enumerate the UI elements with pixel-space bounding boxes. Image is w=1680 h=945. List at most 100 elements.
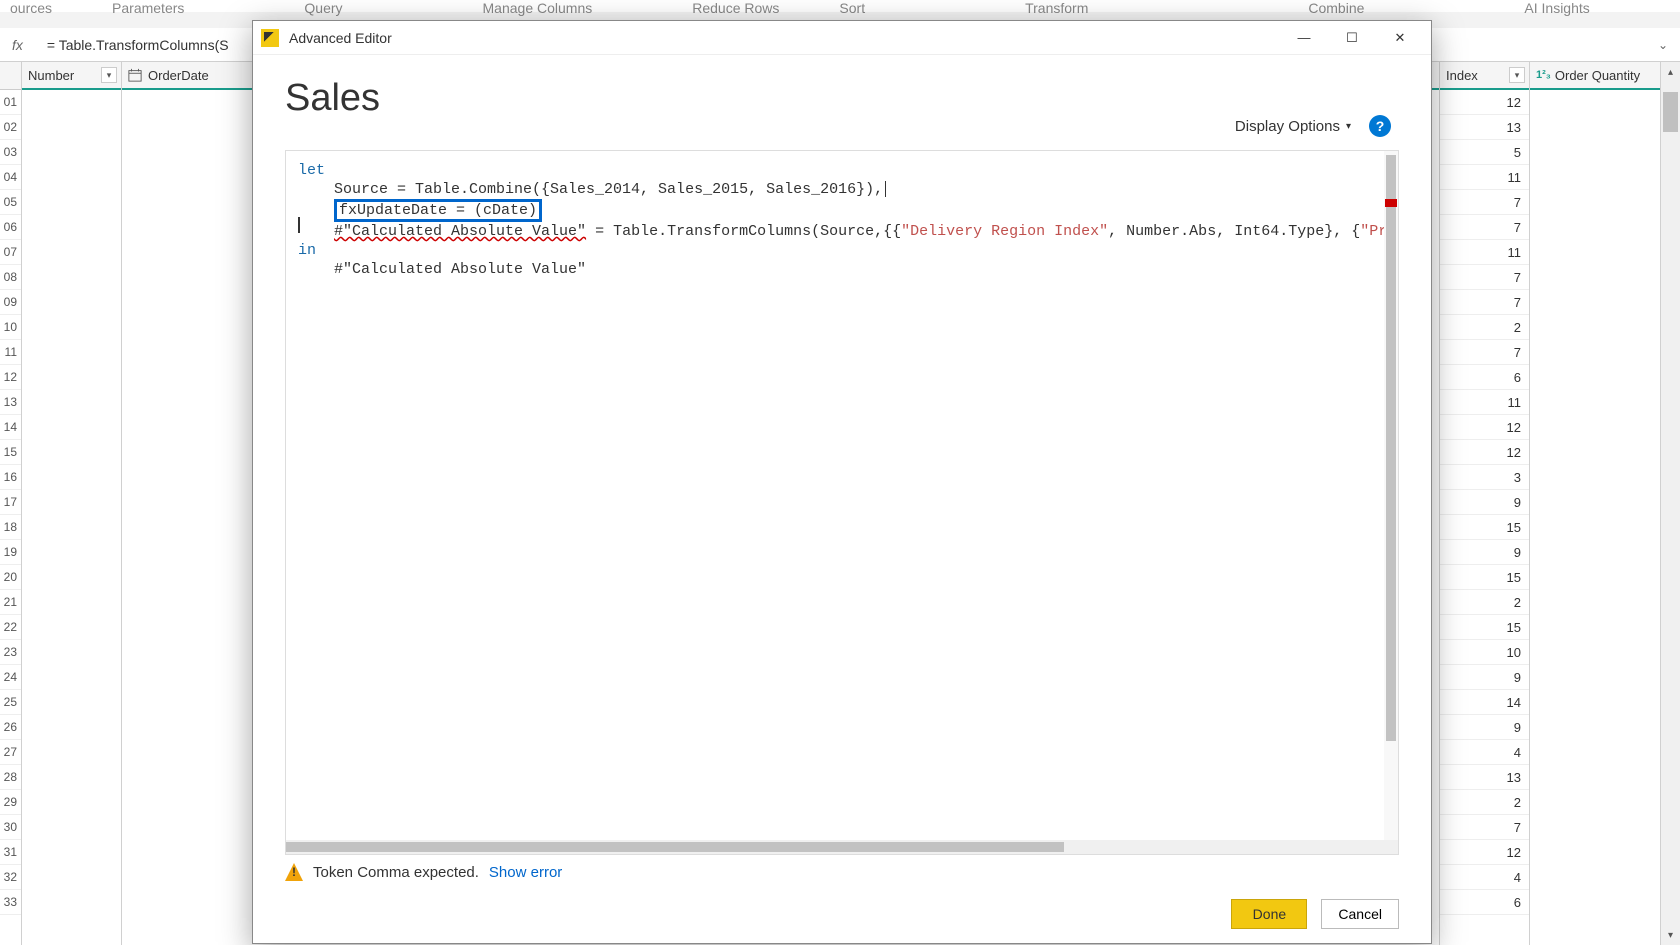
row-number[interactable]: 28 [0,765,21,790]
row-number[interactable]: 11 [0,340,21,365]
cell[interactable]: 6 [1440,890,1529,915]
row-number[interactable]: 16 [0,465,21,490]
row-number[interactable]: 03 [0,140,21,165]
row-number[interactable]: 29 [0,790,21,815]
column-header[interactable]: 1²₃ Order Quantity [1530,62,1660,90]
cell[interactable]: 12 [1440,415,1529,440]
maximize-button[interactable]: ☐ [1329,23,1375,53]
cell[interactable]: 12 [1440,440,1529,465]
grid-vertical-scrollbar[interactable]: ▴ ▾ [1660,62,1680,945]
cell[interactable]: 11 [1440,165,1529,190]
scroll-thumb[interactable] [1386,155,1396,741]
code-area[interactable]: let Source = Table.Combine({Sales_2014, … [286,151,1398,840]
cell[interactable]: 12 [1440,840,1529,865]
code-keyword: in [298,242,316,259]
cell[interactable]: 15 [1440,565,1529,590]
cell[interactable]: 9 [1440,540,1529,565]
cell[interactable]: 6 [1440,365,1529,390]
row-number[interactable]: 13 [0,390,21,415]
close-button[interactable]: ✕ [1377,23,1423,53]
fx-label: fx [12,37,23,53]
cell[interactable]: 12 [1440,90,1529,115]
minimize-button[interactable]: — [1281,23,1327,53]
cell[interactable]: 7 [1440,265,1529,290]
scroll-thumb[interactable] [1663,92,1678,132]
row-number[interactable]: 06 [0,215,21,240]
row-number[interactable]: 33 [0,890,21,915]
cell[interactable]: 7 [1440,190,1529,215]
cell[interactable]: 15 [1440,615,1529,640]
row-number[interactable]: 02 [0,115,21,140]
cell[interactable]: 7 [1440,290,1529,315]
column-header[interactable]: Number ▾ [22,62,121,90]
row-number[interactable]: 31 [0,840,21,865]
cell[interactable]: 7 [1440,215,1529,240]
error-marker[interactable] [1385,199,1397,207]
row-number[interactable]: 14 [0,415,21,440]
cell[interactable]: 9 [1440,715,1529,740]
cell[interactable]: 7 [1440,340,1529,365]
code-line: Source = Table.Combine({Sales_2014, Sale… [298,181,883,198]
cell[interactable]: 7 [1440,815,1529,840]
column-filter-icon[interactable]: ▾ [101,67,117,83]
row-number[interactable]: 21 [0,590,21,615]
column-header[interactable]: Index ▾ [1440,62,1529,90]
cell[interactable]: 2 [1440,590,1529,615]
scroll-up-icon[interactable]: ▴ [1661,62,1680,82]
ribbon-group: Combine [1308,0,1364,16]
cell[interactable]: 13 [1440,765,1529,790]
row-number[interactable]: 32 [0,865,21,890]
row-number[interactable]: 15 [0,440,21,465]
cell[interactable]: 10 [1440,640,1529,665]
row-number[interactable]: 22 [0,615,21,640]
row-number[interactable]: 20 [0,565,21,590]
row-number[interactable]: 17 [0,490,21,515]
row-number[interactable]: 04 [0,165,21,190]
column-filter-icon[interactable]: ▾ [1509,67,1525,83]
formula-text: = Table.TransformColumns(S [47,37,229,53]
row-number[interactable]: 10 [0,315,21,340]
cancel-button[interactable]: Cancel [1321,899,1399,929]
cell[interactable]: 13 [1440,115,1529,140]
cell[interactable]: 4 [1440,740,1529,765]
row-number[interactable]: 07 [0,240,21,265]
row-number[interactable]: 19 [0,540,21,565]
advanced-editor-dialog: Advanced Editor — ☐ ✕ Sales Display Opti… [252,20,1432,944]
cell[interactable]: 15 [1440,515,1529,540]
scroll-down-icon[interactable]: ▾ [1661,925,1680,945]
cell[interactable]: 9 [1440,665,1529,690]
cell[interactable]: 11 [1440,240,1529,265]
editor-horizontal-scrollbar[interactable] [286,840,1398,854]
row-number[interactable]: 25 [0,690,21,715]
code-line: #"Calculated Absolute Value" [298,261,586,278]
code-editor[interactable]: let Source = Table.Combine({Sales_2014, … [285,150,1399,855]
row-number[interactable]: 23 [0,640,21,665]
cell[interactable]: 4 [1440,865,1529,890]
row-number[interactable]: 18 [0,515,21,540]
row-number[interactable]: 05 [0,190,21,215]
done-button[interactable]: Done [1231,899,1307,929]
cell[interactable]: 14 [1440,690,1529,715]
display-options-dropdown[interactable]: Display Options ▾ [1235,118,1351,135]
dialog-titlebar[interactable]: Advanced Editor — ☐ ✕ [253,21,1431,55]
row-number[interactable]: 26 [0,715,21,740]
cell[interactable]: 11 [1440,390,1529,415]
row-number[interactable]: 30 [0,815,21,840]
formula-expand-icon[interactable]: ⌄ [1658,38,1668,52]
editor-vertical-scrollbar[interactable] [1384,151,1398,840]
cell[interactable]: 2 [1440,790,1529,815]
scroll-thumb[interactable] [286,842,1064,852]
row-number[interactable]: 01 [0,90,21,115]
row-number[interactable]: 24 [0,665,21,690]
row-number[interactable]: 27 [0,740,21,765]
row-number[interactable]: 12 [0,365,21,390]
help-icon[interactable]: ? [1369,115,1391,137]
cell[interactable]: 3 [1440,465,1529,490]
cell[interactable]: 9 [1440,490,1529,515]
row-number[interactable]: 09 [0,290,21,315]
row-number[interactable]: 08 [0,265,21,290]
cell[interactable]: 5 [1440,140,1529,165]
show-error-link[interactable]: Show error [489,864,562,881]
warning-icon [285,863,303,881]
cell[interactable]: 2 [1440,315,1529,340]
